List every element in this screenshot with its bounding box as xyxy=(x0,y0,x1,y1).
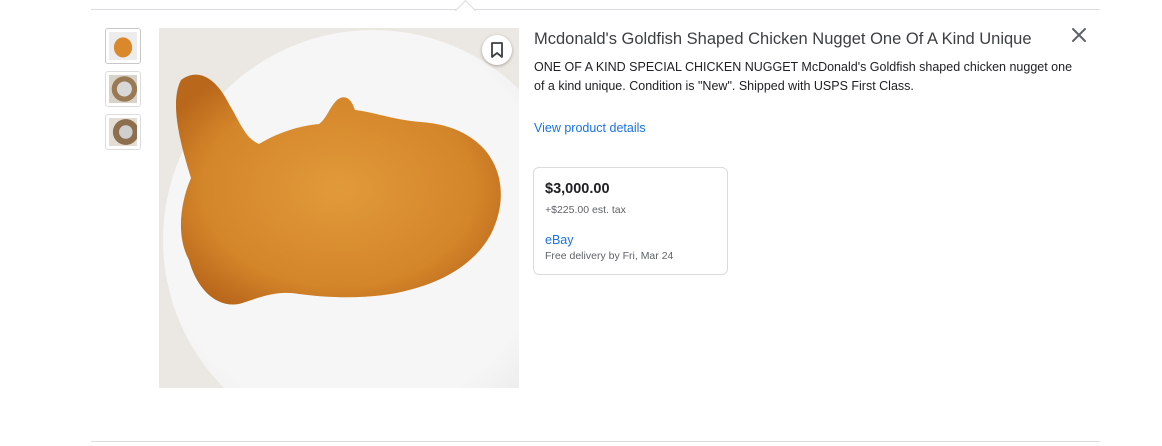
delivery-info: Free delivery by Fri, Mar 24 xyxy=(545,250,674,262)
close-button[interactable] xyxy=(1069,25,1089,45)
product-description: ONE OF A KIND SPECIAL CHICKEN NUGGET McD… xyxy=(534,60,1073,93)
bookmark-icon xyxy=(491,42,503,58)
view-product-details-link[interactable]: View product details xyxy=(534,121,646,135)
thumbnail-strip xyxy=(105,28,141,157)
seller-link[interactable]: eBay xyxy=(545,233,574,247)
thumbnail-1[interactable] xyxy=(105,28,141,64)
nugget-image xyxy=(175,74,501,305)
top-divider xyxy=(91,9,1100,10)
panel-pointer xyxy=(454,0,477,22)
bottom-divider xyxy=(91,441,1100,442)
product-image[interactable] xyxy=(159,28,519,388)
offer-tax: +$225.00 est. tax xyxy=(545,204,626,216)
offer-card[interactable]: $3,000.00 +$225.00 est. tax eBay Free de… xyxy=(533,167,728,275)
save-button[interactable] xyxy=(482,35,512,65)
product-title: Mcdonald's Goldfish Shaped Chicken Nugge… xyxy=(534,30,1032,48)
close-icon xyxy=(1072,28,1086,42)
thumbnail-2[interactable] xyxy=(105,71,141,107)
thumbnail-3[interactable] xyxy=(105,114,141,150)
offer-price: $3,000.00 xyxy=(545,181,610,197)
